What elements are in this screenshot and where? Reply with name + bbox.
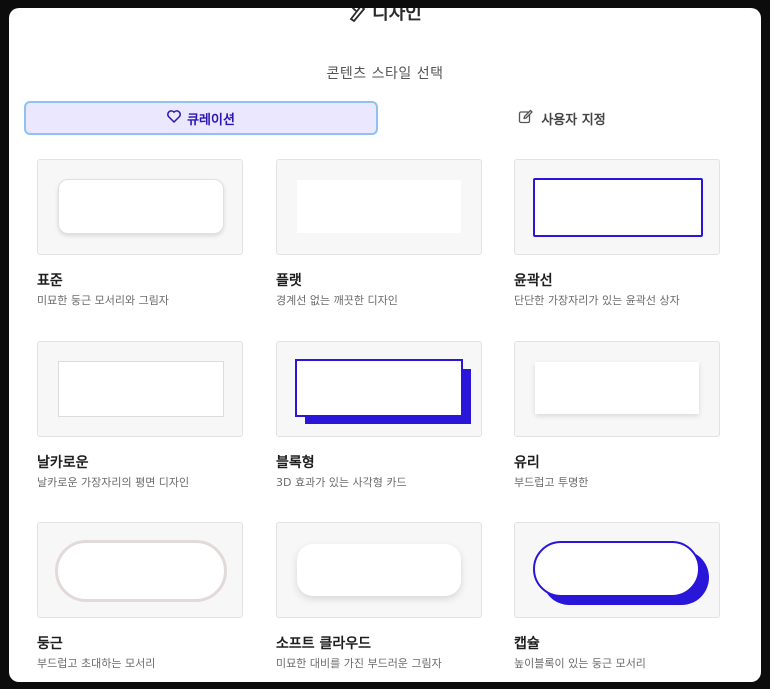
design-pen-icon bbox=[348, 8, 368, 27]
style-title: 캡슐 bbox=[514, 636, 540, 652]
style-description: 3D 효과가 있는 사각형 카드 bbox=[276, 476, 407, 489]
tab-custom-label: 사용자 지정 bbox=[541, 112, 606, 128]
style-title: 소프트 클라우드 bbox=[276, 636, 372, 652]
style-preview bbox=[37, 341, 243, 437]
edit-icon bbox=[518, 109, 533, 128]
style-preview bbox=[37, 159, 243, 255]
style-description: 단단한 가장자리가 있는 윤곽선 상자 bbox=[514, 294, 680, 307]
section-subtitle: 콘텐츠 스타일 선택 bbox=[326, 66, 444, 82]
style-description: 부드럽고 초대하는 모서리 bbox=[37, 657, 156, 670]
style-title: 날카로운 bbox=[37, 455, 89, 471]
style-description: 높이블록이 있는 둥근 모서리 bbox=[514, 657, 646, 670]
style-preview bbox=[514, 159, 720, 255]
style-title: 둥근 bbox=[37, 636, 63, 652]
style-title: 윤곽선 bbox=[514, 273, 553, 289]
panel-header: 디자인 bbox=[9, 8, 761, 27]
style-description: 경계선 없는 깨끗한 디자인 bbox=[276, 294, 398, 307]
style-description: 부드럽고 투명한 bbox=[514, 476, 589, 489]
style-title: 표준 bbox=[37, 273, 63, 289]
style-title: 유리 bbox=[514, 455, 540, 471]
design-panel: 디자인 콘텐츠 스타일 선택 큐레이션 사용자 지정 표준 미묘한 둥근 모서리… bbox=[9, 8, 761, 682]
style-preview bbox=[276, 341, 482, 437]
panel-title: 디자인 bbox=[372, 8, 422, 24]
style-description: 미묘한 둥근 모서리와 그림자 bbox=[37, 294, 169, 307]
tab-curation-label: 큐레이션 bbox=[187, 112, 235, 128]
heart-icon bbox=[167, 109, 181, 127]
style-preview bbox=[514, 522, 720, 618]
style-title: 플랫 bbox=[276, 273, 302, 289]
style-preview bbox=[276, 159, 482, 255]
tab-custom[interactable]: 사용자 지정 bbox=[387, 101, 737, 135]
style-preview bbox=[514, 341, 720, 437]
tab-curation[interactable]: 큐레이션 bbox=[24, 101, 378, 135]
style-preview bbox=[276, 522, 482, 618]
style-description: 미묘한 대비를 가진 부드러운 그림자 bbox=[276, 657, 442, 670]
style-description: 날카로운 가장자리의 평면 디자인 bbox=[37, 476, 190, 489]
style-preview bbox=[37, 522, 243, 618]
style-title: 블록형 bbox=[276, 455, 315, 471]
